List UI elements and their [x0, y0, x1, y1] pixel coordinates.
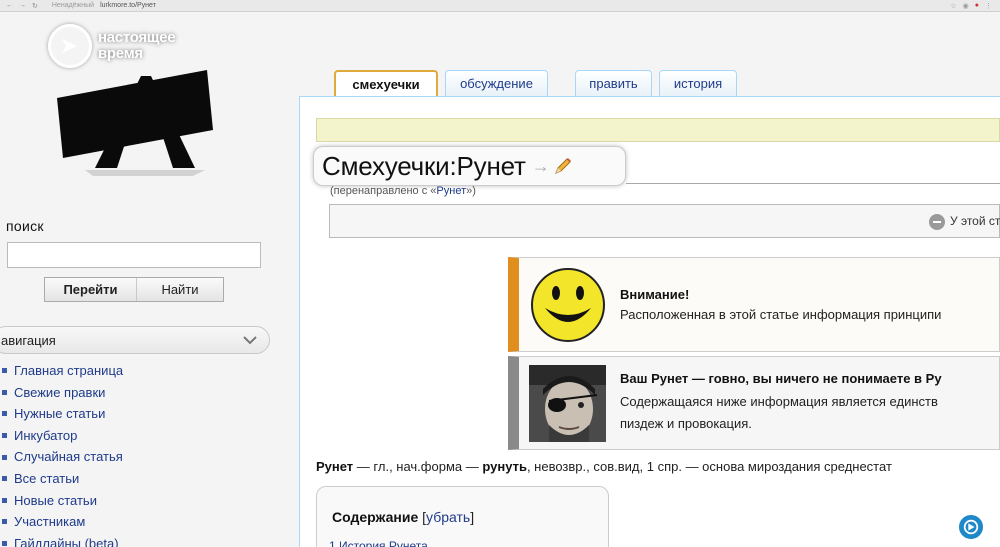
nav-item-random-article[interactable]: Случайная статья [2, 446, 123, 468]
toc-item[interactable]: 1 История Рунета [329, 539, 428, 547]
bullet-icon [2, 497, 7, 503]
nav-item-needed-articles[interactable]: Нужные статьи [2, 403, 123, 425]
toc-bracket-close: ] [470, 509, 475, 525]
bullet-icon [2, 519, 7, 525]
nav-link[interactable]: Случайная статья [14, 446, 123, 468]
smiley-icon [531, 268, 605, 342]
nav-item-new-articles[interactable]: Новые статьи [2, 490, 123, 512]
redirect-prefix: (перенаправлено с « [330, 185, 437, 197]
navigation-list: Главная страница Свежие правки Нужные ст… [2, 360, 123, 547]
address-bar[interactable]: Ненадёжный lurkmore.to/Рунет [52, 2, 156, 9]
article-meta-box: У этой ст [329, 204, 1000, 238]
site-notice-banner [316, 118, 1000, 142]
tab-history[interactable]: история [659, 70, 737, 96]
toc-bracket-open: [ [418, 509, 427, 525]
nav-item-participants[interactable]: Участникам [2, 511, 123, 533]
warning-text: Расположенная в этой статье информация п… [620, 307, 942, 322]
warning-notice: Внимание! Расположенная в этой статье ин… [508, 257, 1000, 352]
title-divider [626, 183, 1000, 184]
nav-item-incubator[interactable]: Инкубатор [2, 425, 123, 447]
back-icon[interactable]: ← [6, 2, 13, 10]
toc-title: Содержание [убрать] [332, 509, 474, 525]
tab-discussion[interactable]: обсуждение [445, 70, 548, 96]
search-input[interactable] [7, 242, 261, 268]
extension-red-icon[interactable]: ● [975, 2, 979, 10]
toc-hide-wrapper: [убрать] [418, 509, 474, 525]
portrait-image [529, 365, 606, 442]
nav-link[interactable]: Нужные статьи [14, 403, 105, 425]
bullet-icon [2, 433, 7, 439]
toc-hide-link[interactable]: убрать [426, 509, 470, 525]
nav-link[interactable]: Инкубатор [14, 425, 77, 447]
chevron-down-icon[interactable] [241, 331, 259, 349]
insecure-label: Ненадёжный [51, 2, 95, 9]
nav-item-all-articles[interactable]: Все статьи [2, 468, 123, 490]
search-buttons: Перейти Найти [44, 277, 224, 302]
page-title: Смехуечки:Рунет [322, 150, 526, 181]
warning-title: Внимание! [620, 287, 690, 302]
definition-part2: , невозвр., сов.вид, 1 спр. — основа мир… [526, 459, 892, 474]
runet-notice: Ваш Рунет — говно, вы ничего не понимает… [508, 356, 1000, 450]
tab-article[interactable]: смехуечки [334, 70, 438, 96]
go-button[interactable]: Перейти [45, 278, 137, 301]
table-of-contents: Содержание [убрать] 1 История Рунета [316, 486, 609, 547]
watermark-line1: настоящее [98, 29, 176, 46]
bullet-icon [2, 454, 7, 460]
browser-toolbar: ← → ↻ Ненадёжный lurkmore.to/Рунет ☆ ◉ ●… [0, 0, 1000, 12]
definition-part1: — гл., нач.форма — [353, 459, 483, 474]
redirect-suffix: ») [466, 185, 476, 197]
term2-bold: рунуть [482, 459, 527, 474]
bullet-icon [2, 411, 7, 417]
url-text[interactable]: lurkmore.to/Рунет [100, 2, 156, 9]
bullet-icon [2, 389, 7, 395]
bullet-icon [2, 541, 7, 547]
meta-text: У этой ст [950, 214, 1000, 228]
arrow-icon: → [531, 155, 550, 176]
article-definition: Рунет — гл., нач.форма — рунуть, невозвр… [316, 459, 892, 474]
tab-edit[interactable]: править [575, 70, 652, 96]
bullet-icon [2, 476, 7, 482]
runet-text-line1: Содержащаяся ниже информация является ед… [620, 394, 938, 409]
term-bold: Рунет [316, 459, 354, 474]
pencil-icon[interactable] [552, 155, 574, 177]
nav-link[interactable]: Новые статьи [14, 490, 97, 512]
navigation-header[interactable]: авигация [0, 326, 270, 354]
collapse-icon[interactable] [929, 214, 945, 230]
channel-corner-icon [957, 513, 985, 541]
nav-item-main-page[interactable]: Главная страница [2, 360, 123, 382]
extension-icons: ☆ ◉ ● ⋮ [950, 2, 992, 10]
nav-link[interactable]: Все статьи [14, 468, 79, 490]
nav-link[interactable]: Свежие правки [14, 382, 105, 404]
reload-icon[interactable]: ↻ [32, 2, 38, 10]
runet-text: Содержащаяся ниже информация является ед… [620, 391, 938, 435]
title-bubble: Смехуечки:Рунет → [313, 146, 626, 186]
browser-nav: ← → ↻ [6, 2, 38, 10]
forward-icon[interactable]: → [19, 2, 26, 10]
search-label: поиск [6, 218, 44, 234]
nav-link[interactable]: Гайдлайны (beta) [14, 533, 119, 547]
navigation-header-label: авигация [1, 332, 56, 348]
extension-icon[interactable]: ◉ [963, 2, 969, 10]
runet-title: Ваш Рунет — говно, вы ничего не понимает… [620, 371, 942, 386]
nav-link[interactable]: Участникам [14, 511, 85, 533]
menu-icon[interactable]: ⋮ [985, 2, 992, 10]
nav-item-recent-changes[interactable]: Свежие правки [2, 382, 123, 404]
redirect-note: (перенаправлено с «Рунет») [330, 185, 476, 197]
site-logo[interactable] [55, 58, 230, 178]
nav-link[interactable]: Главная страница [14, 360, 123, 382]
toc-heading: Содержание [332, 509, 419, 525]
bullet-icon [2, 368, 7, 374]
star-icon[interactable]: ☆ [950, 2, 956, 10]
runet-text-line2: пиздеж и провокация. [620, 416, 752, 431]
redirect-link[interactable]: Рунет [436, 185, 466, 197]
nav-item-guidelines[interactable]: Гайдлайны (beta) [2, 533, 123, 547]
find-button[interactable]: Найти [137, 278, 223, 301]
